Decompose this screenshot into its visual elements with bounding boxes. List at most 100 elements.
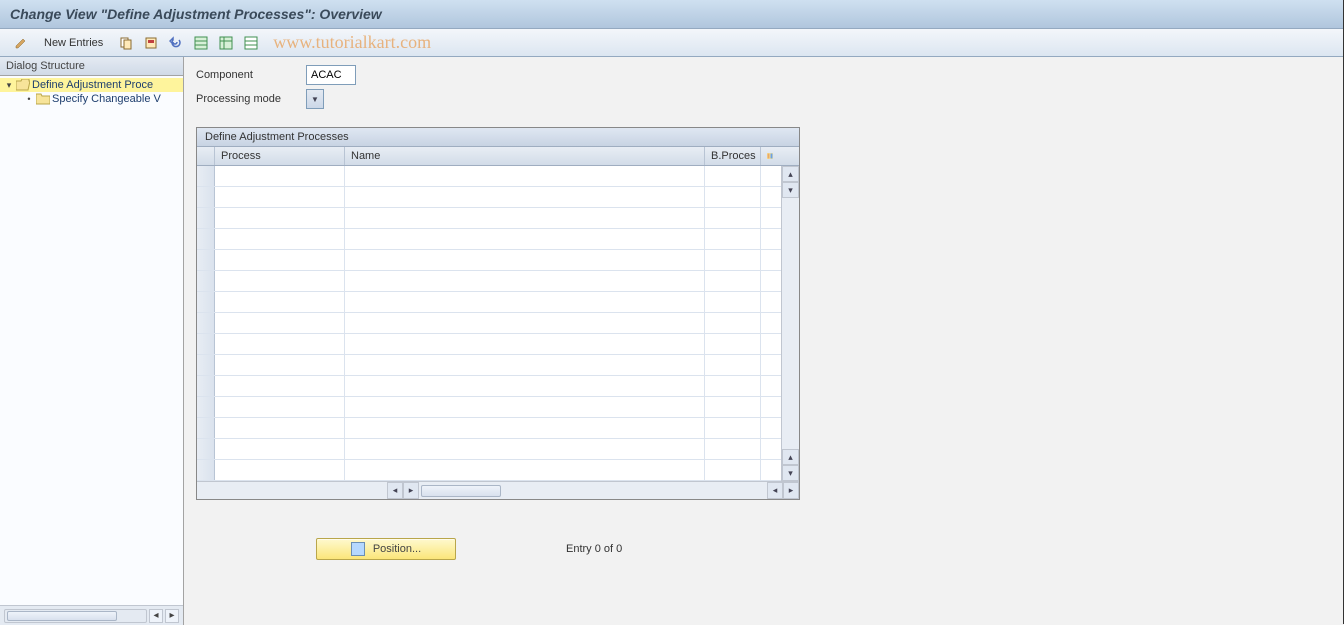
cell-process[interactable] xyxy=(215,250,345,270)
row-selector[interactable] xyxy=(197,376,215,396)
cell-bproces[interactable] xyxy=(705,271,761,291)
table-row[interactable] xyxy=(197,187,781,208)
cell-name[interactable] xyxy=(345,187,705,207)
cell-process[interactable] xyxy=(215,208,345,228)
cell-process[interactable] xyxy=(215,439,345,459)
cell-bproces[interactable] xyxy=(705,208,761,228)
hscroll-track[interactable] xyxy=(419,482,767,499)
cell-bproces[interactable] xyxy=(705,250,761,270)
sidebar-scroll-right-icon[interactable]: ▸ xyxy=(165,609,179,623)
row-selector[interactable] xyxy=(197,271,215,291)
table-row[interactable] xyxy=(197,292,781,313)
cell-name[interactable] xyxy=(345,208,705,228)
cell-name[interactable] xyxy=(345,355,705,375)
row-selector[interactable] xyxy=(197,229,215,249)
row-selector[interactable] xyxy=(197,334,215,354)
cell-bproces[interactable] xyxy=(705,334,761,354)
table-row[interactable] xyxy=(197,334,781,355)
table-row[interactable] xyxy=(197,439,781,460)
table-row[interactable] xyxy=(197,355,781,376)
vscroll-up-icon[interactable]: ▴ xyxy=(782,166,799,182)
table-row[interactable] xyxy=(197,313,781,334)
row-selector[interactable] xyxy=(197,313,215,333)
vscroll-down-icon[interactable]: ▾ xyxy=(782,182,799,198)
table-row[interactable] xyxy=(197,166,781,187)
vscroll-up2-icon[interactable]: ▴ xyxy=(782,449,799,465)
row-selector[interactable] xyxy=(197,208,215,228)
processing-mode-dropdown[interactable]: ▼ xyxy=(306,89,324,109)
cell-name[interactable] xyxy=(345,397,705,417)
tree-expand-icon[interactable]: ▾ xyxy=(4,80,14,91)
delete-icon[interactable] xyxy=(140,32,162,54)
cell-bproces[interactable] xyxy=(705,313,761,333)
table-row[interactable] xyxy=(197,376,781,397)
column-name[interactable]: Name xyxy=(345,147,705,165)
row-selector[interactable] xyxy=(197,460,215,480)
position-button[interactable]: Position... xyxy=(316,538,456,560)
cell-bproces[interactable] xyxy=(705,418,761,438)
cell-name[interactable] xyxy=(345,166,705,186)
edit-icon[interactable] xyxy=(10,32,32,54)
cell-process[interactable] xyxy=(215,313,345,333)
copy-icon[interactable] xyxy=(115,32,137,54)
cell-name[interactable] xyxy=(345,250,705,270)
sidebar-hscroll-thumb[interactable] xyxy=(7,611,117,621)
deselect-all-icon[interactable] xyxy=(240,32,262,54)
table-row[interactable] xyxy=(197,397,781,418)
row-selector[interactable] xyxy=(197,166,215,186)
hscroll-last-icon[interactable]: ▸ xyxy=(783,482,799,499)
table-row[interactable] xyxy=(197,208,781,229)
cell-bproces[interactable] xyxy=(705,439,761,459)
cell-process[interactable] xyxy=(215,187,345,207)
table-row[interactable] xyxy=(197,271,781,292)
cell-name[interactable] xyxy=(345,460,705,480)
cell-process[interactable] xyxy=(215,397,345,417)
hscroll-right-icon[interactable]: ◂ xyxy=(767,482,783,499)
cell-process[interactable] xyxy=(215,229,345,249)
row-selector[interactable] xyxy=(197,418,215,438)
cell-bproces[interactable] xyxy=(705,292,761,312)
table-row[interactable] xyxy=(197,418,781,439)
table-row[interactable] xyxy=(197,250,781,271)
cell-name[interactable] xyxy=(345,376,705,396)
cell-process[interactable] xyxy=(215,418,345,438)
cell-name[interactable] xyxy=(345,271,705,291)
cell-bproces[interactable] xyxy=(705,460,761,480)
table-row[interactable] xyxy=(197,460,781,481)
new-entries-button[interactable]: New Entries xyxy=(35,34,112,52)
vscroll-down2-icon[interactable]: ▾ xyxy=(782,465,799,481)
cell-bproces[interactable] xyxy=(705,355,761,375)
tree-item-define-adjustment[interactable]: ▾ Define Adjustment Proce xyxy=(0,78,183,92)
vscroll-track[interactable] xyxy=(782,198,799,449)
cell-process[interactable] xyxy=(215,460,345,480)
cell-bproces[interactable] xyxy=(705,397,761,417)
table-config-icon[interactable] xyxy=(761,147,779,165)
row-selector[interactable] xyxy=(197,250,215,270)
cell-bproces[interactable] xyxy=(705,187,761,207)
cell-process[interactable] xyxy=(215,271,345,291)
cell-name[interactable] xyxy=(345,229,705,249)
cell-bproces[interactable] xyxy=(705,166,761,186)
component-input[interactable] xyxy=(306,65,356,85)
cell-bproces[interactable] xyxy=(705,376,761,396)
row-selector[interactable] xyxy=(197,292,215,312)
hscroll-left-icon[interactable]: ▸ xyxy=(403,482,419,499)
cell-name[interactable] xyxy=(345,439,705,459)
cell-process[interactable] xyxy=(215,376,345,396)
column-selector[interactable] xyxy=(197,147,215,165)
sidebar-scroll-left-icon[interactable]: ◂ xyxy=(149,609,163,623)
select-block-icon[interactable] xyxy=(215,32,237,54)
undo-icon[interactable] xyxy=(165,32,187,54)
row-selector[interactable] xyxy=(197,397,215,417)
column-process[interactable]: Process xyxy=(215,147,345,165)
table-row[interactable] xyxy=(197,229,781,250)
cell-process[interactable] xyxy=(215,334,345,354)
row-selector[interactable] xyxy=(197,355,215,375)
cell-bproces[interactable] xyxy=(705,229,761,249)
column-bproces[interactable]: B.Proces xyxy=(705,147,761,165)
select-all-icon[interactable] xyxy=(190,32,212,54)
tree-item-specify-changeable[interactable]: • Specify Changeable V xyxy=(0,92,183,106)
cell-name[interactable] xyxy=(345,313,705,333)
cell-name[interactable] xyxy=(345,292,705,312)
cell-name[interactable] xyxy=(345,418,705,438)
